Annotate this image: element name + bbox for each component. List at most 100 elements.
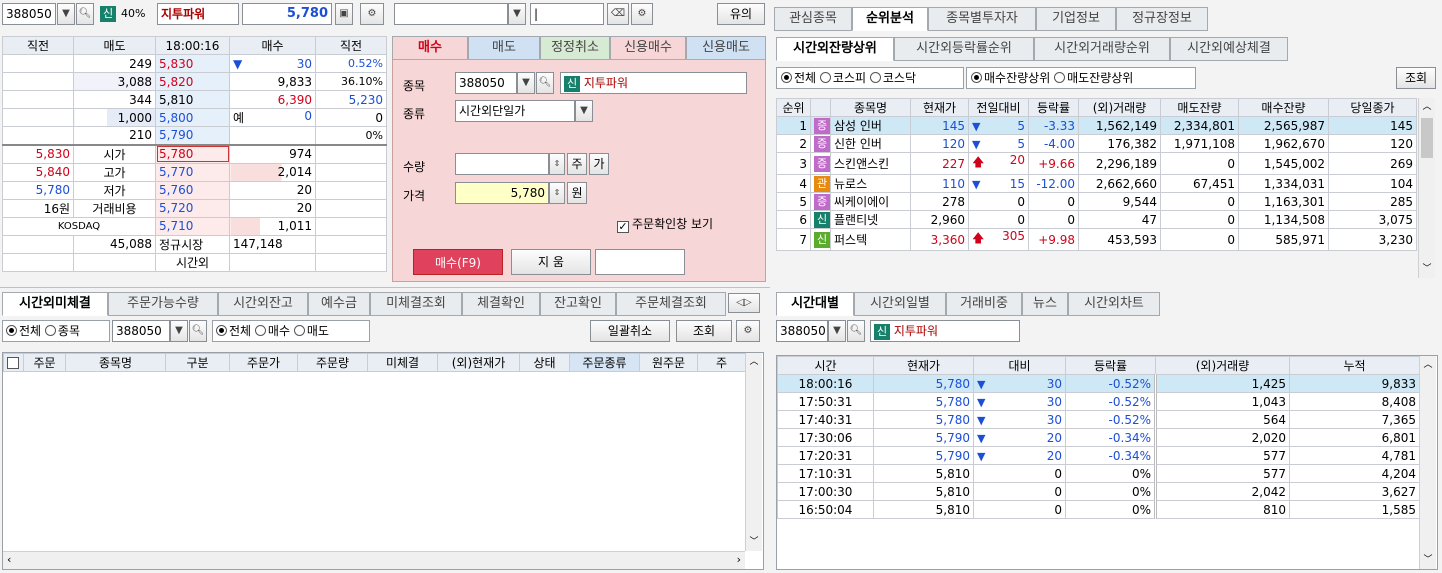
radio-all[interactable]: 전체 bbox=[781, 71, 816, 85]
radio-all-items[interactable]: 전체 bbox=[6, 324, 41, 338]
tab-unfilled-query[interactable]: 미체결조회 bbox=[370, 292, 462, 316]
unfilled-code-input[interactable]: 388050 bbox=[112, 320, 170, 342]
timeline-code-input[interactable]: 388050 bbox=[776, 320, 828, 342]
radio-side-all[interactable]: 전체 bbox=[216, 324, 251, 338]
eraser-button[interactable]: ⌫ bbox=[607, 3, 629, 25]
bid-price[interactable]: 5,780 bbox=[155, 144, 230, 164]
subtab-after-hours-expected[interactable]: 시간외예상체결 bbox=[1170, 37, 1288, 61]
ranking-row[interactable]: 3 증 스킨앤스킨 227 🡅 20 +9.66 2,296,189 0 1,545,002 269 bbox=[776, 152, 1417, 175]
radio-kosdaq[interactable]: 코스닥 bbox=[869, 71, 916, 85]
tab-buy[interactable]: 매수 bbox=[392, 36, 468, 60]
quote-settings-button[interactable]: ⚙ bbox=[360, 3, 384, 25]
tab-after-hours-balance[interactable]: 시간외잔고 bbox=[218, 292, 308, 316]
tab-deposit[interactable]: 예수금 bbox=[308, 292, 370, 316]
ranking-scrollbar[interactable]: ︿ ﹀ bbox=[1418, 98, 1435, 278]
timeline-scrollbar[interactable]: ︿ ﹀ bbox=[1419, 356, 1436, 569]
order-type-dropdown[interactable]: ▼ bbox=[575, 100, 593, 122]
scroll-thumb[interactable] bbox=[1421, 118, 1433, 158]
ranking-row[interactable]: 4 관 뉴로스 110 ▼ 15 -12.00 2,662,660 67,451 1,334,03… bbox=[776, 174, 1417, 193]
tab-investor[interactable]: 종목별투자자 bbox=[928, 7, 1036, 31]
scroll-down-icon[interactable]: ﹀ bbox=[1419, 260, 1435, 278]
ranking-row[interactable]: 1 증 삼성 인버 145 ▼ 5 -3.33 1,562,149 2,334,801 2,565… bbox=[776, 116, 1417, 135]
timeline-row[interactable]: 17:00:30 5,810 0 0% 2,042 3,627 bbox=[777, 482, 1420, 501]
tab-regular-info[interactable]: 정규장정보 bbox=[1116, 7, 1208, 31]
ranking-row[interactable]: 5 증 씨케이에이 278 0 0 9,544 0 1,163,301 285 bbox=[776, 192, 1417, 211]
tab-scroll-button[interactable]: ◁▷ bbox=[728, 293, 760, 313]
scroll-up-icon[interactable]: ︿ bbox=[746, 353, 762, 371]
unfilled-settings-button[interactable]: ⚙ bbox=[736, 320, 760, 342]
unfilled-search-button[interactable]: 🔍︎ bbox=[189, 320, 207, 342]
tab-after-hours-unfilled[interactable]: 시간외미체결 bbox=[2, 292, 108, 316]
price-spinner[interactable]: ⇕ bbox=[549, 182, 565, 204]
scroll-down-icon[interactable]: ﹀ bbox=[1420, 551, 1436, 569]
ranking-query-button[interactable]: 조회 bbox=[1396, 67, 1436, 89]
tab-balance-check[interactable]: 잔고확인 bbox=[540, 292, 616, 316]
radio-side-sell[interactable]: 매도 bbox=[293, 324, 329, 338]
unfilled-query-button[interactable]: 조회 bbox=[676, 320, 732, 342]
order-search-button[interactable]: 🔍︎ bbox=[536, 72, 554, 94]
qty-spinner[interactable]: ⇕ bbox=[549, 153, 565, 175]
buy-submit-button[interactable]: 매수(F9) bbox=[413, 249, 503, 275]
radio-side-buy[interactable]: 매수 bbox=[254, 324, 290, 338]
order-account-select[interactable] bbox=[394, 3, 508, 25]
bid-price[interactable]: 5,770 bbox=[155, 162, 230, 182]
account-dropdown[interactable]: ▼ bbox=[508, 3, 526, 25]
scroll-up-icon[interactable]: ︿ bbox=[1419, 98, 1435, 116]
timeline-search-button[interactable]: 🔍︎ bbox=[847, 320, 865, 342]
unfilled-code-dropdown[interactable]: ▼ bbox=[170, 320, 188, 342]
timeline-row[interactable]: 17:40:31 5,780 ▼ 30 -0.52% 564 7,365 bbox=[777, 410, 1420, 429]
qty-input[interactable] bbox=[455, 153, 549, 175]
chart-button[interactable]: ▣ bbox=[335, 3, 353, 25]
ask-price[interactable]: 5,820 bbox=[155, 72, 230, 91]
subtab-after-hours-change[interactable]: 시간외등락률순위 bbox=[894, 37, 1034, 61]
tab-by-time[interactable]: 시간대별 bbox=[776, 292, 854, 316]
quote-search-button[interactable]: 🔍︎ bbox=[76, 3, 94, 25]
cancel-all-button[interactable]: 일괄취소 bbox=[590, 320, 670, 342]
scroll-left-icon[interactable]: ‹ bbox=[7, 553, 11, 566]
radio-one-item[interactable]: 종목 bbox=[44, 324, 80, 338]
timeline-row[interactable]: 17:50:31 5,780 ▼ 30 -0.52% 1,043 8,408 bbox=[777, 392, 1420, 411]
timeline-row[interactable]: 16:50:04 5,810 0 0% 810 1,585 bbox=[777, 500, 1420, 519]
tab-fill-check[interactable]: 체결확인 bbox=[462, 292, 540, 316]
timeline-code-dropdown[interactable]: ▼ bbox=[828, 320, 846, 342]
timeline-row[interactable]: 17:20:31 5,790 ▼ 20 -0.34% 577 4,781 bbox=[777, 446, 1420, 465]
ask-price[interactable]: 5,830 bbox=[155, 54, 230, 73]
quote-code-input[interactable]: 388050 bbox=[2, 3, 56, 25]
scroll-down-icon[interactable]: ﹀ bbox=[746, 533, 762, 551]
timeline-row[interactable]: 17:10:31 5,810 0 0% 577 4,204 bbox=[777, 464, 1420, 483]
tab-news[interactable]: 뉴스 bbox=[1022, 292, 1068, 316]
ask-price[interactable]: 5,790 bbox=[155, 126, 230, 145]
ranking-row[interactable]: 2 증 신한 인버 120 ▼ 5 -4.00 176,382 1,971,108 1,962,6… bbox=[776, 134, 1417, 153]
order-type-select[interactable]: 시간외단일가 bbox=[455, 100, 575, 122]
radio-ask-top[interactable]: 매도잔량상위 bbox=[1054, 71, 1133, 85]
subtab-after-hours-volume[interactable]: 시간외거래량순위 bbox=[1034, 37, 1170, 61]
ranking-row[interactable]: 7 신 퍼스텍 3,360 🡅 305 +9.98 453,593 0 585,971 3,230 bbox=[776, 228, 1417, 251]
timeline-row[interactable]: 18:00:16 5,780 ▼ 30 -0.52% 1,425 9,833 bbox=[777, 374, 1420, 393]
bid-price[interactable]: 5,710 bbox=[155, 216, 230, 236]
tab-orderable-qty[interactable]: 주문가능수량 bbox=[108, 292, 218, 316]
tab-credit-buy[interactable]: 신용매수 bbox=[610, 36, 686, 60]
tab-after-hours-chart[interactable]: 시간외차트 bbox=[1068, 292, 1160, 316]
ask-price[interactable]: 5,810 bbox=[155, 90, 230, 109]
tab-after-hours-daily[interactable]: 시간외일별 bbox=[854, 292, 946, 316]
scroll-right-icon[interactable]: › bbox=[737, 553, 741, 566]
select-all-checkbox[interactable] bbox=[3, 353, 24, 372]
tab-watchlist[interactable]: 관심종목 bbox=[774, 7, 852, 31]
quote-code-dropdown[interactable]: ▼ bbox=[57, 3, 75, 25]
radio-kospi[interactable]: 코스피 bbox=[819, 71, 866, 85]
scroll-up-icon[interactable]: ︿ bbox=[1420, 356, 1436, 374]
tab-credit-sell[interactable]: 신용매도 bbox=[686, 36, 766, 60]
radio-bid-top[interactable]: 매수잔량상위 bbox=[971, 71, 1050, 85]
order-code-dropdown[interactable]: ▼ bbox=[517, 72, 535, 94]
price-input[interactable]: 5,780 bbox=[455, 182, 549, 204]
confirm-checkbox[interactable]: ✓ 주문확인창 보기 bbox=[617, 215, 713, 233]
tab-company[interactable]: 기업정보 bbox=[1036, 7, 1116, 31]
bid-price[interactable]: 5,720 bbox=[155, 198, 230, 218]
tab-order-fill-query[interactable]: 주문체결조회 bbox=[616, 292, 726, 316]
tab-sell[interactable]: 매도 bbox=[468, 36, 540, 60]
ask-price[interactable]: 5,800 bbox=[155, 108, 230, 127]
qty-calc-button[interactable]: 가 bbox=[589, 153, 609, 175]
clear-button[interactable]: 지 움 bbox=[511, 249, 591, 275]
tab-ranking[interactable]: 순위분석 bbox=[852, 7, 928, 31]
unfilled-hscrollbar[interactable]: ‹ › bbox=[3, 551, 745, 569]
